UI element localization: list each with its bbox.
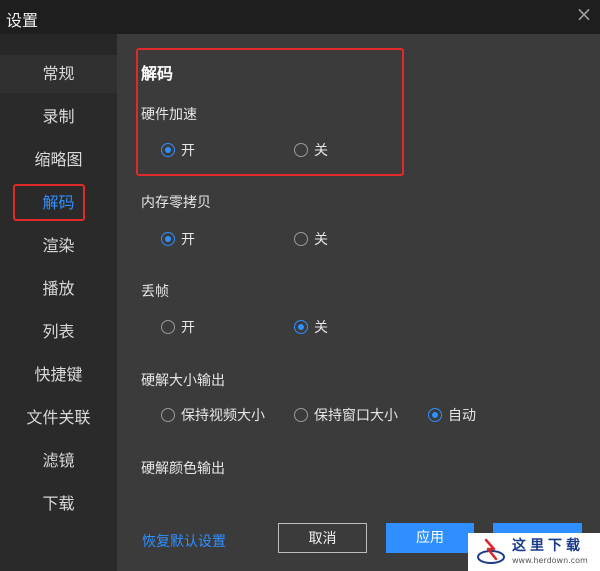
hw-size-keep-window-radio[interactable]: 保持窗口大小 <box>294 405 398 425</box>
sidebar-item-general[interactable]: 常规 <box>0 55 117 93</box>
watermark-url: www.herdown.com <box>512 556 588 565</box>
zero-copy-label: 内存零拷贝 <box>141 195 211 211</box>
drop-frames-off-radio[interactable]: 关 <box>294 317 328 337</box>
radio-label: 关 <box>314 320 328 336</box>
radio-label: 保持视频大小 <box>181 408 265 424</box>
annotation-highlight-box <box>13 184 85 221</box>
radio-unselected-icon <box>294 408 308 422</box>
sidebar-item-list[interactable]: 列表 <box>0 313 117 351</box>
title-bar: 设置 × <box>0 0 600 34</box>
sidebar-item-render[interactable]: 渲染 <box>0 227 117 265</box>
hw-size-auto-radio[interactable]: 自动 <box>428 405 476 425</box>
drop-frames-on-radio[interactable]: 开 <box>161 317 195 337</box>
hw-size-keep-video-radio[interactable]: 保持视频大小 <box>161 405 265 425</box>
window-title: 设置 <box>6 11 39 30</box>
sidebar-item-shortcuts[interactable]: 快捷键 <box>0 356 117 394</box>
zero-copy-on-radio[interactable]: 开 <box>161 229 195 249</box>
zero-copy-off-radio[interactable]: 关 <box>294 229 328 249</box>
radio-label: 开 <box>181 232 195 248</box>
sidebar-item-playback[interactable]: 播放 <box>0 270 117 308</box>
sidebar-item-file-assoc[interactable]: 文件关联 <box>0 399 117 437</box>
drop-frames-label: 丢帧 <box>141 284 169 300</box>
radio-unselected-icon <box>161 408 175 422</box>
watermark-text: 这里下载 <box>512 538 584 554</box>
hw-color-output-label: 硬解颜色输出 <box>141 461 225 477</box>
radio-unselected-icon <box>294 232 308 246</box>
sidebar-item-download[interactable]: 下载 <box>0 485 117 523</box>
radio-unselected-icon <box>161 320 175 334</box>
sidebar-item-thumbnail[interactable]: 缩略图 <box>0 141 117 179</box>
radio-label: 自动 <box>448 408 476 424</box>
radio-label: 关 <box>314 232 328 248</box>
apply-button[interactable]: 应用 <box>386 523 474 553</box>
radio-selected-icon <box>428 408 442 422</box>
sidebar-top-strip <box>0 34 117 55</box>
sidebar: 常规 录制 缩略图 解码 渲染 播放 列表 快捷键 文件关联 滤镜 下载 <box>0 34 117 571</box>
watermark: 这里下载 www.herdown.com <box>468 533 600 571</box>
hw-size-output-label: 硬解大小输出 <box>141 373 225 389</box>
radio-selected-icon <box>161 232 175 246</box>
cancel-button[interactable]: 取消 <box>278 523 367 553</box>
radio-selected-icon <box>294 320 308 334</box>
radio-label: 开 <box>181 320 195 336</box>
annotation-highlight-box <box>136 48 404 176</box>
restore-defaults-link[interactable]: 恢复默认设置 <box>142 531 226 551</box>
close-icon[interactable]: × <box>574 4 594 24</box>
sidebar-item-filters[interactable]: 滤镜 <box>0 442 117 480</box>
radio-label: 保持窗口大小 <box>314 408 398 424</box>
sidebar-item-record[interactable]: 录制 <box>0 98 117 136</box>
watermark-logo-icon <box>477 538 505 564</box>
